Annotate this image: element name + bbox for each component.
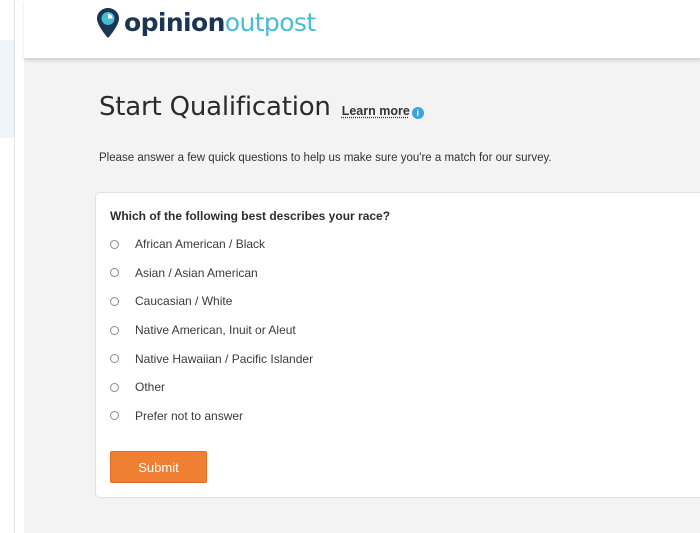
option-prefer-not-to-answer[interactable]: Prefer not to answer bbox=[110, 402, 313, 431]
submit-button[interactable]: Submit bbox=[110, 451, 207, 483]
option-caucasian-white[interactable]: Caucasian / White bbox=[110, 287, 313, 316]
option-native-american-inuit-aleut[interactable]: Native American, Inuit or Aleut bbox=[110, 316, 313, 345]
intro-text: Please answer a few quick questions to h… bbox=[99, 152, 552, 164]
radio-button[interactable] bbox=[110, 354, 119, 364]
option-label: African American / Black bbox=[135, 237, 266, 252]
logo-text-light: outpost bbox=[224, 8, 316, 37]
map-pin-icon bbox=[97, 8, 119, 38]
left-side-panel bbox=[0, 0, 15, 533]
logo-wordmark: opinionoutpost bbox=[124, 6, 316, 40]
site-header: opinionoutpost bbox=[24, 0, 700, 59]
logo-text-bold: opinion bbox=[124, 8, 225, 37]
answer-options: African American / Black Asian / Asian A… bbox=[110, 230, 313, 430]
question-text: Which of the following best describes yo… bbox=[110, 209, 391, 223]
radio-button[interactable] bbox=[110, 296, 119, 306]
option-label: Caucasian / White bbox=[135, 294, 233, 309]
question-card: Which of the following best describes yo… bbox=[95, 192, 700, 498]
title-row: Start Qualification Learn more i bbox=[99, 92, 424, 122]
opinion-outpost-logo[interactable]: opinionoutpost bbox=[96, 6, 316, 40]
option-african-american-black[interactable]: African American / Black bbox=[110, 230, 313, 259]
option-native-hawaiian-pacific-islander[interactable]: Native Hawaiian / Pacific Islander bbox=[110, 344, 313, 373]
option-label: Other bbox=[135, 380, 166, 395]
option-other[interactable]: Other bbox=[110, 373, 313, 402]
learn-more-label: Learn more bbox=[341, 104, 410, 118]
radio-button[interactable] bbox=[110, 411, 119, 421]
radio-button[interactable] bbox=[110, 382, 119, 392]
left-panel-highlight bbox=[0, 40, 14, 138]
option-label: Prefer not to answer bbox=[135, 408, 244, 423]
radio-button[interactable] bbox=[110, 268, 119, 278]
option-label: Native Hawaiian / Pacific Islander bbox=[135, 351, 314, 366]
radio-button[interactable] bbox=[110, 325, 119, 335]
page-title: Start Qualification bbox=[99, 92, 331, 122]
radio-button[interactable] bbox=[110, 239, 119, 249]
main-content: Start Qualification Learn more i Please … bbox=[24, 58, 700, 533]
option-label: Native American, Inuit or Aleut bbox=[135, 323, 296, 338]
option-asian-asian-american[interactable]: Asian / Asian American bbox=[110, 259, 313, 288]
learn-more-link[interactable]: Learn more bbox=[342, 104, 410, 118]
option-label: Asian / Asian American bbox=[135, 265, 258, 280]
info-icon[interactable]: i bbox=[411, 107, 424, 119]
